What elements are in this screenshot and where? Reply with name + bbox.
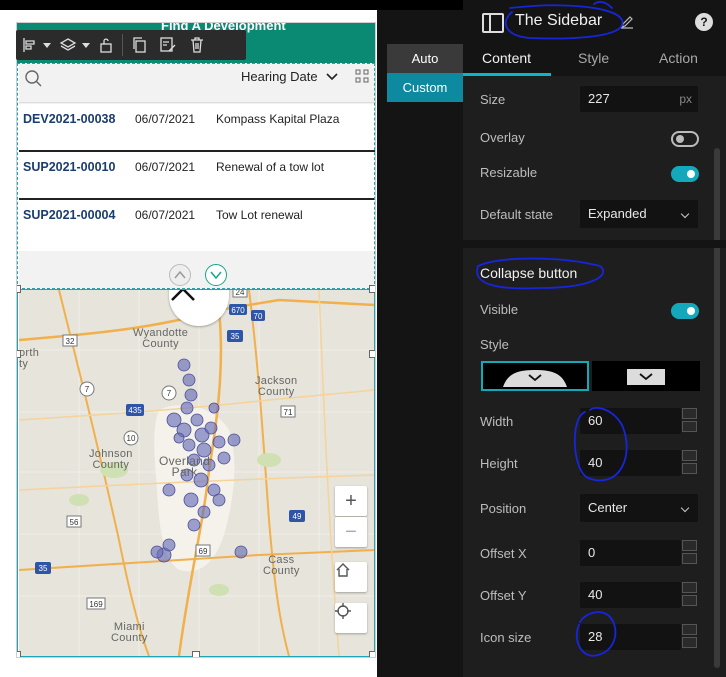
position-value: Center — [588, 500, 628, 515]
width-input[interactable]: 60 — [580, 408, 681, 434]
lock-button[interactable] — [98, 33, 114, 57]
collapse-button-section-title: Collapse button — [480, 265, 578, 281]
panel-header: The Sidebar ? — [463, 0, 726, 45]
offset-x-label: Offset X — [480, 546, 527, 561]
copy-icon — [133, 37, 146, 53]
layers-icon — [59, 38, 77, 51]
tab-style[interactable]: Style — [578, 50, 609, 66]
offset-x-stepper[interactable] — [681, 540, 698, 566]
edit-list-icon — [160, 37, 176, 52]
overlay-toggle[interactable] — [671, 131, 699, 147]
style-label: Style — [480, 337, 509, 352]
pending-list-button[interactable] — [159, 33, 177, 57]
section-divider — [463, 240, 726, 248]
active-tab-indicator — [463, 73, 551, 76]
sidebar-widget-icon — [482, 13, 504, 33]
resizable-toggle[interactable] — [671, 166, 699, 182]
caret-down-icon — [43, 42, 51, 48]
align-button[interactable] — [22, 33, 55, 57]
settings-tabs: Content Style Action — [463, 45, 726, 76]
rounded-tab-preview-icon — [503, 370, 567, 387]
height-input[interactable]: 40 — [580, 450, 681, 476]
caret-down-icon — [82, 42, 90, 48]
auto-layout-button[interactable]: Auto — [387, 44, 463, 73]
width-stepper[interactable] — [681, 408, 698, 434]
offset-y-label: Offset Y — [480, 588, 527, 603]
canvas-background — [377, 10, 463, 677]
settings-panel: The Sidebar ? Content Style Action Size … — [463, 0, 726, 677]
resize-handle[interactable] — [17, 651, 21, 657]
pencil-icon[interactable] — [620, 15, 634, 29]
icon-size-label: Icon size — [480, 630, 532, 645]
icon-size-input[interactable]: 28 — [580, 624, 681, 650]
mobile-preview: Find A Development 24 670 70 35 32 7 435… — [16, 22, 376, 658]
height-stepper[interactable] — [681, 450, 698, 476]
chevron-down-icon — [680, 209, 690, 219]
resize-handle[interactable] — [192, 651, 200, 657]
panel-scrollbar[interactable] — [714, 148, 720, 668]
icon-size-stepper[interactable] — [681, 624, 698, 650]
size-label: Size — [480, 92, 506, 107]
trash-icon — [191, 37, 203, 53]
toolbar-divider — [122, 34, 123, 56]
height-label: Height — [480, 456, 518, 471]
list-selection-outline — [17, 63, 375, 289]
resize-handle[interactable] — [17, 350, 21, 358]
widget-toolbar — [16, 30, 246, 60]
visible-label: Visible — [480, 302, 519, 317]
position-label: Position — [480, 501, 527, 516]
duplicate-button[interactable] — [131, 33, 147, 57]
default-state-select[interactable]: Expanded — [580, 200, 698, 228]
visible-toggle[interactable] — [671, 303, 699, 319]
align-left-icon — [23, 38, 35, 52]
resize-handle[interactable] — [369, 285, 375, 293]
offset-y-input[interactable]: 40 — [580, 582, 681, 608]
size-input[interactable]: 227 px — [580, 86, 698, 112]
size-value: 227 — [588, 91, 610, 106]
default-state-value: Expanded — [588, 206, 647, 221]
tab-content[interactable]: Content — [482, 50, 531, 66]
unlock-icon — [100, 38, 112, 53]
top-band — [0, 0, 463, 10]
default-state-label: Default state — [480, 207, 553, 222]
map-selection-outline — [17, 289, 375, 657]
help-icon[interactable]: ? — [695, 13, 713, 31]
collapse-style-square-option[interactable] — [592, 361, 700, 391]
resize-handle[interactable] — [369, 651, 375, 657]
resize-handle[interactable] — [17, 285, 21, 293]
arrange-button[interactable] — [59, 33, 94, 57]
delete-button[interactable] — [189, 33, 205, 57]
tab-action[interactable]: Action — [659, 50, 698, 66]
chevron-down-icon — [680, 503, 690, 513]
offset-x-input[interactable]: 0 — [580, 540, 681, 566]
widget-title[interactable]: The Sidebar — [515, 12, 602, 30]
overlay-label: Overlay — [480, 130, 525, 145]
resizable-label: Resizable — [480, 165, 538, 180]
custom-layout-button[interactable]: Custom — [387, 73, 463, 102]
resize-handle[interactable] — [369, 350, 375, 358]
position-select[interactable]: Center — [580, 494, 698, 522]
size-unit: px — [679, 92, 692, 106]
width-label: Width — [480, 414, 514, 429]
collapse-style-rounded-option[interactable] — [481, 361, 589, 391]
square-tab-preview-icon — [627, 369, 665, 385]
offset-y-stepper[interactable] — [681, 582, 698, 608]
app-window: Auto Custom Find A Development 24 670 70… — [0, 0, 726, 677]
